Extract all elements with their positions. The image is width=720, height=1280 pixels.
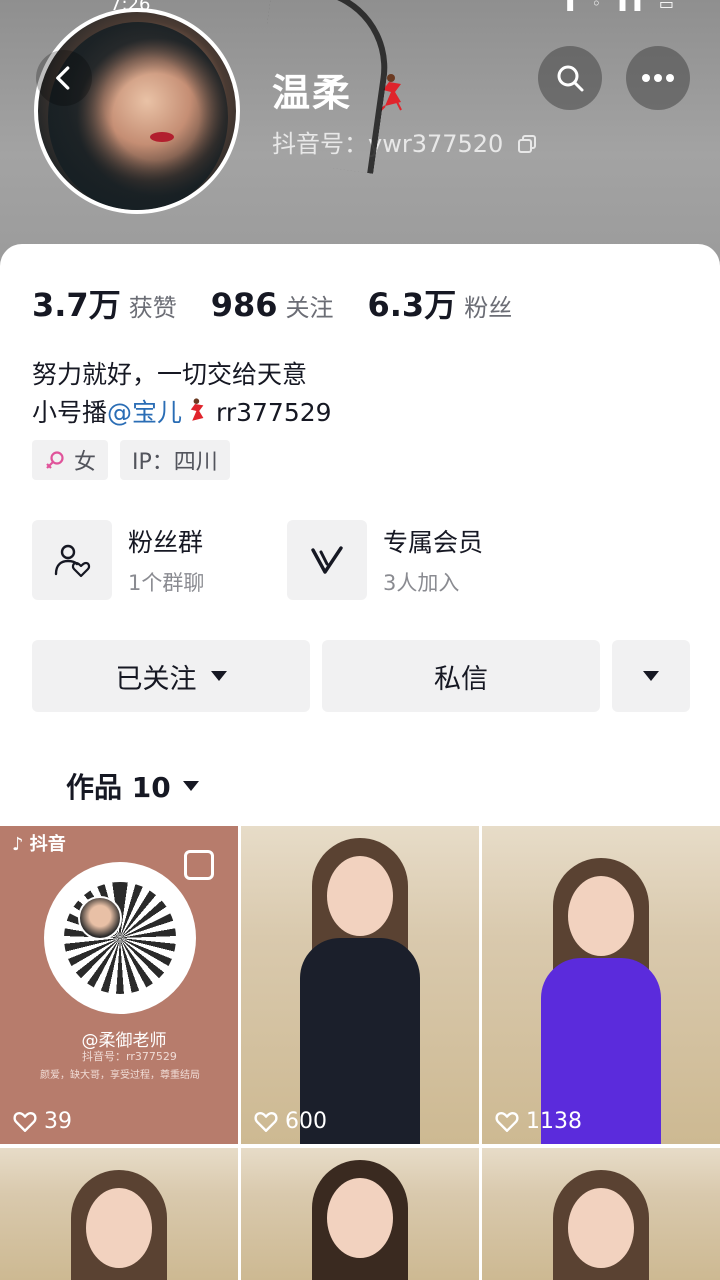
stat-followers[interactable]: 6.3万 粉丝 [368,280,513,326]
douyin-id: 抖音号：ywr377520 [272,124,537,159]
chevron-left-icon [56,66,70,90]
heart-icon [13,1112,37,1132]
bio-line-1: 努力就好，一切交给天意 [32,360,308,389]
qr-caption: 颜爱，缺大哥，享受过程，尊重结局 [40,1070,200,1081]
caret-down-icon [643,671,659,681]
more-dots-icon [642,74,674,82]
gender-tag-text: 女 [74,450,97,475]
ip-tag-text: IP：四川 [132,450,218,475]
stat-likes[interactable]: 3.7万 获赞 [32,280,177,326]
bio-mention-link[interactable]: @宝儿 [107,398,182,427]
douyin-id-text: 抖音号：ywr377520 [272,130,504,158]
caret-down-icon [210,671,227,681]
more-actions-button[interactable] [612,640,690,712]
fan-group-sub: 1个群聊 [128,571,205,595]
search-button[interactable] [538,46,602,110]
stat-followers-num: 6.3万 [367,286,457,324]
work-item[interactable] [482,1148,720,1280]
people-heart-icon [54,544,91,578]
stat-following-label: 关注 [285,294,334,322]
membership-sub: 3人加入 [383,571,460,595]
fan-group-title: 粉丝群 [128,528,204,557]
message-button-label: 私信 [434,663,488,695]
female-icon [46,451,64,469]
followed-button-label: 已关注 [115,663,197,695]
stat-likes-num: 3.7万 [32,286,121,324]
work-item[interactable]: 600 [241,826,479,1144]
dancer-icon [190,398,204,421]
work-item[interactable] [241,1148,479,1280]
gender-tag: 女 [32,440,109,480]
bio-line-2-suffix: rr377529 [208,398,332,427]
like-count: 600 [253,1108,327,1134]
bio: 努力就好，一切交给天意 小号播@宝儿 rr377529 [32,356,332,432]
message-button[interactable]: 私信 [322,640,600,712]
bio-line-2: 小号播@宝儿 rr377529 [32,394,332,432]
fan-group-entry[interactable]: 粉丝群 1个群聊 [32,520,204,600]
stat-following-num: 986 [210,286,278,324]
search-icon [557,65,584,92]
membership-icon-box [287,520,367,600]
work-item[interactable] [0,1148,238,1280]
multi-image-icon [184,850,214,880]
v-icon [311,546,343,574]
membership-title: 专属会员 [383,528,484,557]
qr-code [44,862,196,1014]
caret-down-icon [182,781,199,791]
qr-id: 抖音号：rr377529 [82,1050,177,1063]
stats-row: 3.7万 获赞 986 关注 6.3万 粉丝 [32,280,546,326]
profile-name: 温柔 [272,62,407,117]
stat-following[interactable]: 986 关注 [211,286,334,324]
work-item-qr[interactable]: ♪ 抖音 @柔御老师 抖音号：rr377529 颜爱，缺大哥，享受过程，尊重结局… [0,826,238,1144]
status-icons: ▮ ◦ ▮▮ ▭ [565,0,680,13]
heart-icon [254,1112,278,1132]
profile-header: 7:26 ▮ ◦ ▮▮ ▭ 温柔 抖音号：ywr377520 [0,0,720,280]
like-count: 39 [12,1108,72,1134]
membership-entry[interactable]: 专属会员 3人加入 [287,520,483,600]
fan-group-icon-box [32,520,112,600]
avatar[interactable] [34,8,240,214]
stat-likes-label: 获赞 [128,294,177,322]
bio-line-2-prefix: 小号播 [32,398,108,427]
heart-icon [495,1112,519,1132]
tags-row: 女 IP：四川 [32,440,242,480]
followed-button[interactable]: 已关注 [32,640,310,712]
works-tab[interactable]: 作品 10 [66,766,199,806]
like-count: 1138 [494,1108,582,1134]
works-grid: ♪ 抖音 @柔御老师 抖音号：rr377529 颜爱，缺大哥，享受过程，尊重结局… [0,826,720,1280]
works-tab-label: 作品 10 [66,771,171,804]
ip-tag: IP：四川 [120,440,230,480]
dancer-icon [380,74,403,111]
back-button[interactable] [36,50,92,106]
copy-icon[interactable] [517,134,537,154]
douyin-logo: ♪ 抖音 [12,834,66,855]
work-item[interactable]: 1138 [482,826,720,1144]
profile-name-text: 温柔 [272,71,353,115]
more-button[interactable] [626,46,690,110]
stat-followers-label: 粉丝 [464,294,513,322]
